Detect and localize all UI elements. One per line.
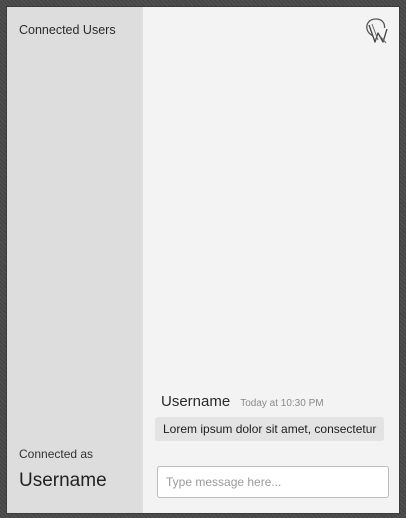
current-username: Username bbox=[19, 470, 107, 491]
connected-as-label: Connected as bbox=[19, 447, 94, 461]
chat-window: Connected Users Connected as Username Us… bbox=[7, 7, 399, 513]
message-timestamp: Today at 10:30 PM bbox=[240, 398, 324, 409]
message-text: Lorem ipsum dolor sit amet, consectetur bbox=[155, 417, 385, 441]
message-item: Username Today at 10:30 PM Lorem ipsum d… bbox=[155, 393, 385, 441]
sidebar: Connected Users Connected as Username bbox=[7, 7, 143, 513]
connected-users-list[interactable] bbox=[7, 51, 143, 433]
message-list: Username Today at 10:30 PM Lorem ipsum d… bbox=[143, 47, 399, 441]
sidebar-title: Connected Users bbox=[19, 23, 116, 37]
message-input[interactable] bbox=[157, 466, 389, 498]
message-header: Username Today at 10:30 PM bbox=[161, 393, 384, 410]
message-author: Username bbox=[161, 393, 231, 410]
chat-main: Username Today at 10:30 PM Lorem ipsum d… bbox=[143, 7, 399, 513]
brand-logo-icon bbox=[363, 16, 389, 44]
